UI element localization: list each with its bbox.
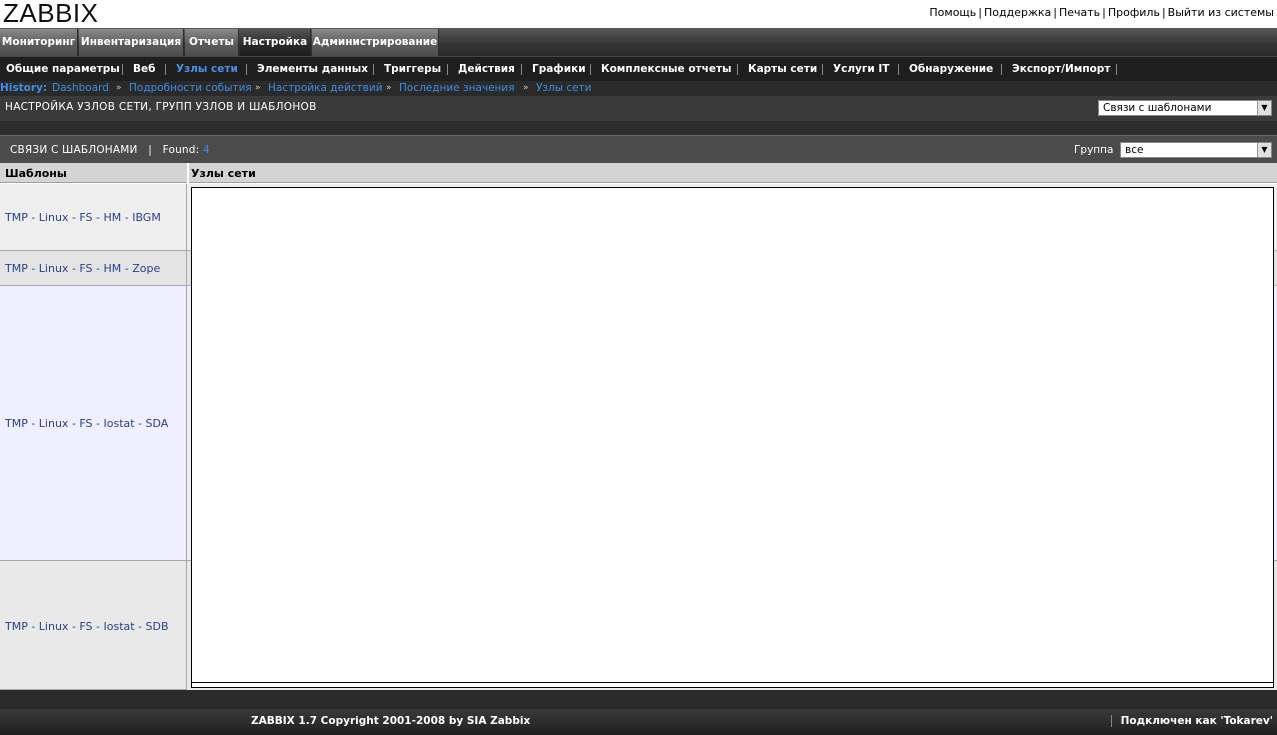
- column-divider: [187, 163, 189, 183]
- logout-link[interactable]: Выйти из системы: [1168, 6, 1274, 19]
- hosts-panel: [191, 187, 1274, 683]
- found-count: 4: [202, 144, 210, 156]
- column-header-hosts: Узлы сети: [191, 167, 256, 180]
- subnav-divider: [246, 64, 247, 75]
- subnav-divider: [373, 64, 374, 75]
- caption-separator: |: [141, 144, 160, 156]
- footer-divider: [1111, 715, 1112, 727]
- view-select-value: Связи с шаблонами: [1103, 102, 1212, 114]
- tab-monitoring[interactable]: Мониторинг: [0, 29, 78, 56]
- group-select[interactable]: все ▼: [1120, 142, 1272, 158]
- found-label: Found:: [162, 144, 200, 156]
- subnav-divider: [1001, 64, 1002, 75]
- subnav-general[interactable]: Общие параметры: [6, 57, 120, 81]
- history-bar: History: Dashboard » Подробности события…: [0, 81, 1277, 96]
- table-row: TMP - Linux - FS - HM - IBGM: [0, 184, 187, 251]
- table-row: TMP - Linux - FS - Iostat - SDB: [0, 561, 187, 690]
- link-separator: |: [1102, 6, 1106, 19]
- hosts-panel-bottom: [191, 683, 1274, 688]
- subnav-items[interactable]: Элементы данных: [257, 57, 368, 81]
- subnav-screens[interactable]: Комплексные отчеты: [601, 57, 732, 81]
- subnav-actions[interactable]: Действия: [458, 57, 515, 81]
- link-separator: |: [1053, 6, 1057, 19]
- view-select[interactable]: Связи с шаблонами ▼: [1098, 100, 1272, 116]
- spacer-bar: [0, 121, 1277, 135]
- double-arrow-icon: »: [523, 83, 529, 93]
- subnav-divider: [122, 64, 123, 75]
- subnav-it-services[interactable]: Услуги IT: [833, 57, 889, 81]
- list-caption: СВЯЗИ С ШАБЛОНАМИ | Found: 4: [10, 144, 210, 156]
- template-link[interactable]: TMP - Linux - FS - HM - Zope: [5, 262, 160, 275]
- history-item[interactable]: Настройка действий: [268, 81, 383, 96]
- main-nav: Мониторинг Инвентаризация Отчеты Настрой…: [0, 28, 1277, 56]
- subnav-graphs[interactable]: Графики: [532, 57, 586, 81]
- table-row: TMP - Linux - FS - Iostat - SDA: [0, 286, 187, 561]
- history-item[interactable]: Узлы сети: [536, 81, 592, 96]
- subnav-web[interactable]: Веб: [133, 57, 155, 81]
- page-title-bar: НАСТРОЙКА УЗЛОВ СЕТИ, ГРУПП УЗЛОВ И ШАБЛ…: [0, 96, 1277, 121]
- sub-nav: Общие параметры Веб Узлы сети Элементы д…: [0, 56, 1277, 81]
- subnav-divider: [737, 64, 738, 75]
- link-separator: |: [978, 6, 982, 19]
- subnav-divider: [1116, 64, 1117, 75]
- support-link[interactable]: Поддержка: [984, 6, 1051, 19]
- subnav-divider: [521, 64, 522, 75]
- history-item[interactable]: Подробности события: [129, 81, 252, 96]
- tab-administration[interactable]: Администрирование: [312, 29, 439, 56]
- template-link[interactable]: TMP - Linux - FS - HM - IBGM: [5, 211, 161, 224]
- history-label: History:: [0, 82, 48, 94]
- double-arrow-icon: »: [255, 83, 261, 93]
- link-separator: |: [1161, 6, 1166, 19]
- subnav-divider: [165, 64, 166, 75]
- top-links: Помощь | Поддержка | Печать | Профиль | …: [929, 6, 1274, 19]
- profile-link[interactable]: Профиль: [1108, 6, 1160, 19]
- template-link[interactable]: TMP - Linux - FS - Iostat - SDA: [5, 417, 168, 430]
- group-select-value: все: [1125, 144, 1144, 156]
- list-header: СВЯЗИ С ШАБЛОНАМИ | Found: 4 Группа все …: [0, 135, 1277, 163]
- copyright-text: ZABBIX 1.7 Copyright 2001-2008 by SIA Za…: [251, 715, 531, 727]
- table-row: TMP - Linux - FS - HM - Zope: [0, 251, 187, 286]
- subnav-triggers[interactable]: Триггеры: [384, 57, 441, 81]
- chevron-down-icon: ▼: [1257, 101, 1271, 115]
- table-header: Шаблоны Узлы сети: [0, 163, 1277, 183]
- history-item[interactable]: Последние значения: [399, 81, 515, 96]
- bottom-spacer: [0, 690, 1277, 709]
- footer: ZABBIX 1.7 Copyright 2001-2008 by SIA Za…: [0, 709, 1277, 735]
- template-link[interactable]: TMP - Linux - FS - Iostat - SDB: [5, 620, 169, 633]
- list-title: СВЯЗИ С ШАБЛОНАМИ: [10, 144, 138, 156]
- subnav-divider: [898, 64, 899, 75]
- subnav-hosts[interactable]: Узлы сети: [176, 57, 238, 81]
- subnav-divider: [590, 64, 591, 75]
- chevron-down-icon: ▼: [1257, 143, 1271, 157]
- subnav-divider: [447, 64, 448, 75]
- zabbix-logo: ZABBIX: [3, 0, 99, 28]
- connected-as-text: Подключен как 'Tokarev': [1120, 715, 1273, 727]
- double-arrow-icon: »: [116, 83, 122, 93]
- column-header-templates: Шаблоны: [5, 167, 67, 180]
- page-title: НАСТРОЙКА УЗЛОВ СЕТИ, ГРУПП УЗЛОВ И ШАБЛ…: [5, 101, 317, 113]
- group-label: Группа: [1074, 144, 1114, 156]
- help-link[interactable]: Помощь: [929, 6, 976, 19]
- tab-inventory[interactable]: Инвентаризация: [79, 29, 184, 56]
- history-item[interactable]: Dashboard: [52, 81, 109, 96]
- subnav-export-import[interactable]: Экспорт/Импорт: [1012, 57, 1110, 81]
- subnav-maps[interactable]: Карты сети: [748, 57, 817, 81]
- tab-configuration[interactable]: Настройка: [240, 29, 311, 56]
- subnav-discovery[interactable]: Обнаружение: [909, 57, 993, 81]
- subnav-divider: [822, 64, 823, 75]
- print-link[interactable]: Печать: [1059, 6, 1100, 19]
- tab-reports[interactable]: Отчеты: [185, 29, 239, 56]
- double-arrow-icon: »: [386, 83, 392, 93]
- header: ZABBIX Помощь | Поддержка | Печать | Про…: [0, 0, 1277, 28]
